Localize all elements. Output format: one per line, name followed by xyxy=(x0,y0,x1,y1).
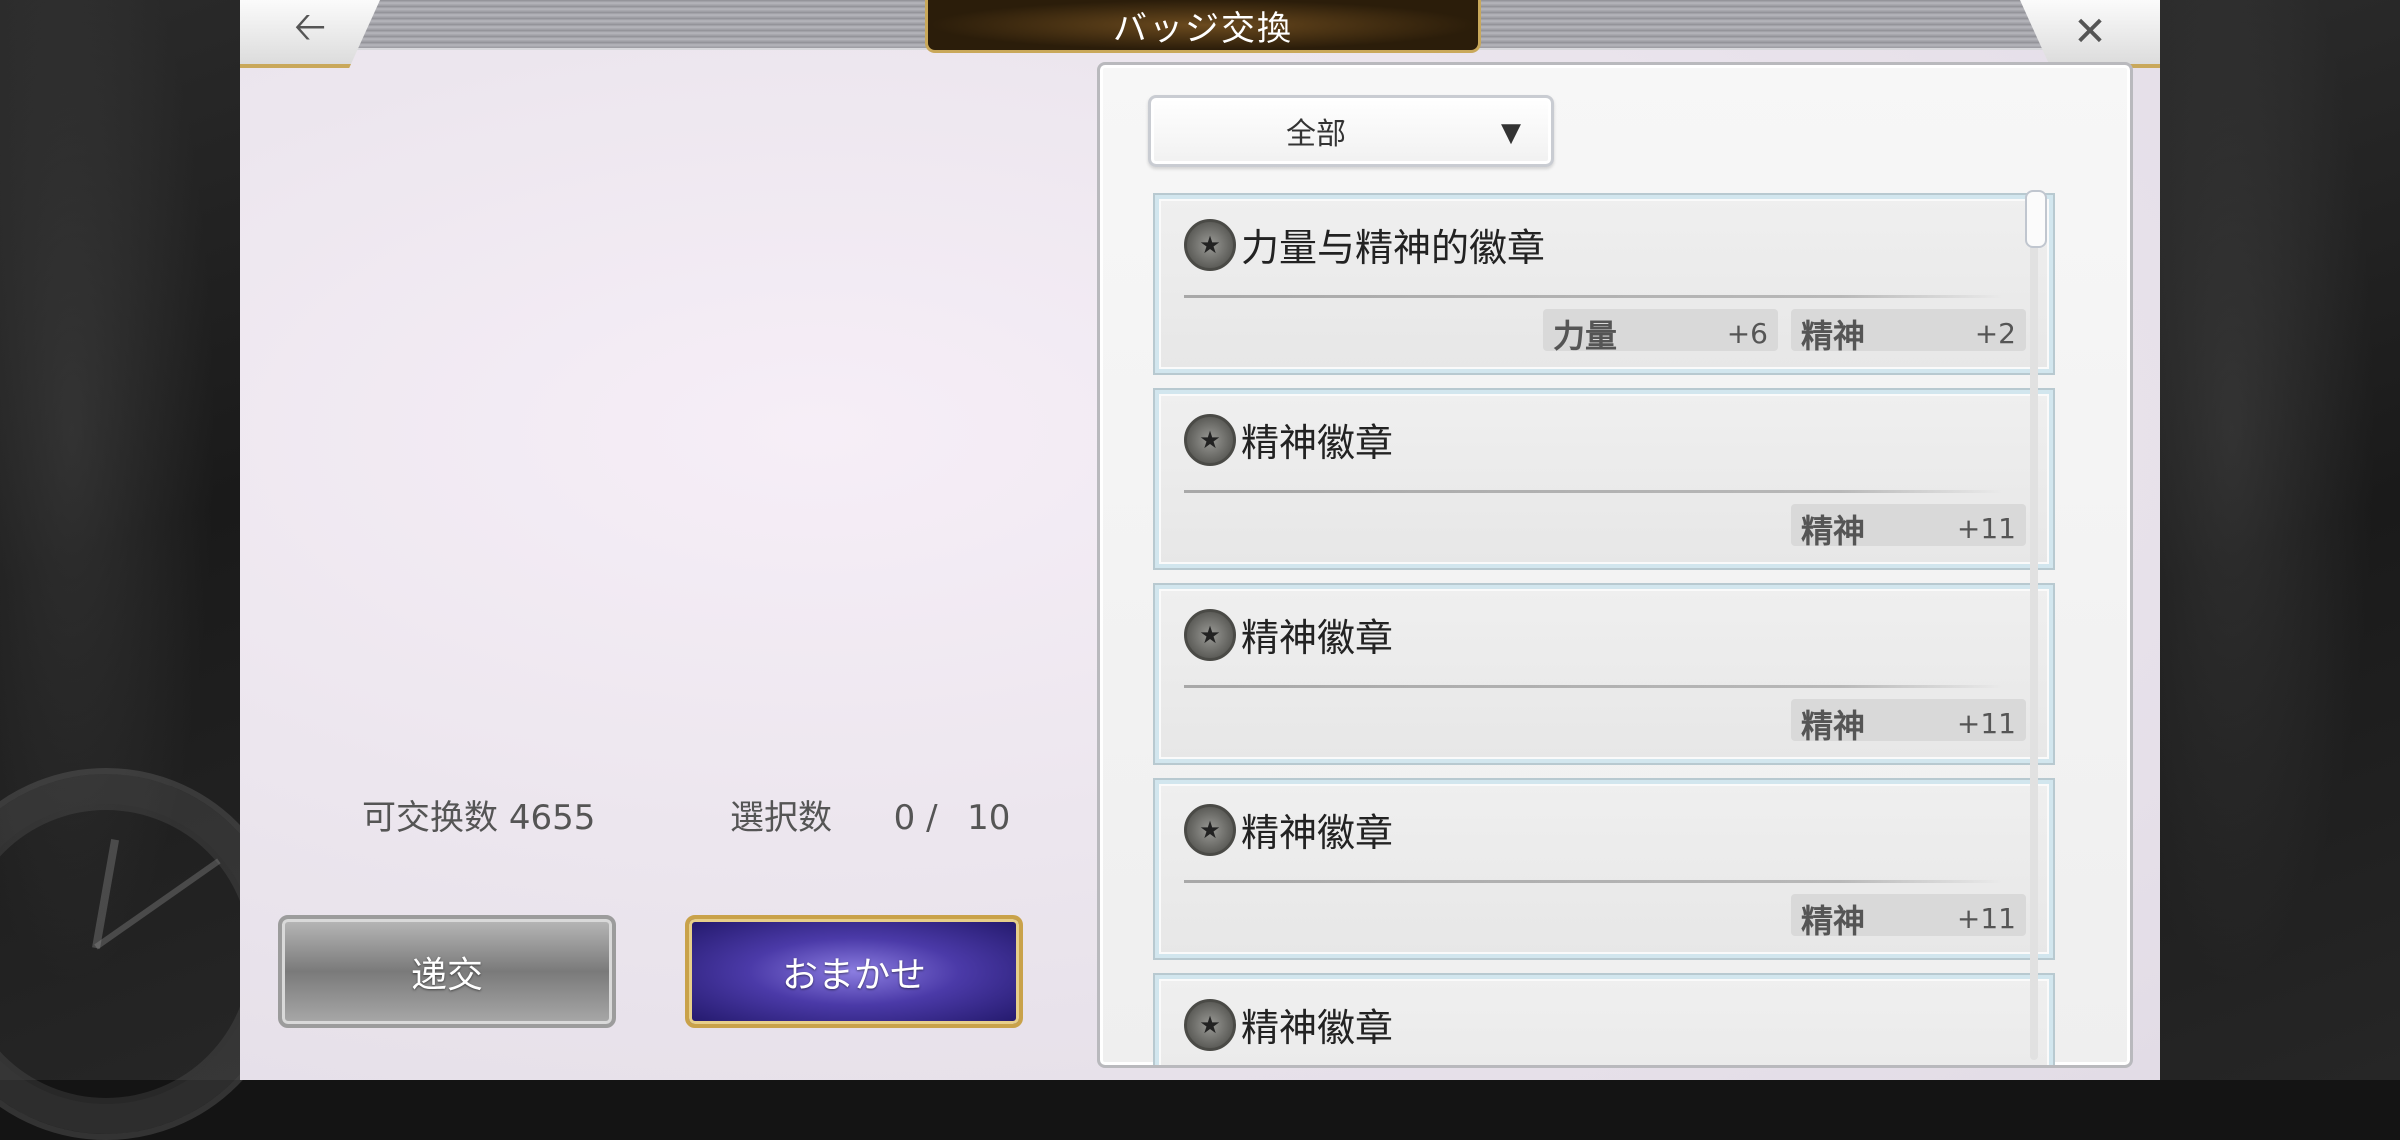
badge-icon: ★ xyxy=(1184,804,1236,856)
badge-card[interactable]: ★ 精神徽章 精神 +11 xyxy=(1155,780,2053,958)
badge-card[interactable]: ★ 力量与精神的徽章 力量 +6 精神 +2 xyxy=(1155,195,2053,373)
badge-card[interactable]: ★ 精神徽章 精神 +11 xyxy=(1155,390,2053,568)
back-button[interactable]: 🡠 xyxy=(240,0,380,68)
selected-count: 選択数 0 / 10 xyxy=(730,798,1011,838)
stat-chip: 力量 +6 xyxy=(1543,309,1778,355)
stat-chip: 精神 +11 xyxy=(1791,504,2026,550)
stat-chip: 精神 +11 xyxy=(1791,894,2026,940)
badge-exchange-panel: 🡠 バッジ交換 ✕ 可交换数 4655 選択数 0 / 10 递交 おまかせ 全… xyxy=(240,0,2160,1080)
badge-list-frame: 全部 ▼ ★ 力量与精神的徽章 力量 +6 精神 +2 ★ 精神徽章 精神 +1… xyxy=(1097,62,2133,1068)
auto-select-button[interactable]: おまかせ xyxy=(685,915,1023,1028)
background-right xyxy=(2160,0,2400,1080)
arrow-left-icon: 🡠 xyxy=(293,4,327,50)
badge-icon: ★ xyxy=(1184,609,1236,661)
badge-card[interactable]: ★ 精神徽章 xyxy=(1155,975,2053,1065)
caret-down-icon: ▼ xyxy=(1501,118,1521,148)
page-title: バッジ交換 xyxy=(925,0,1481,53)
badge-icon: ★ xyxy=(1184,219,1236,271)
badge-icon: ★ xyxy=(1184,999,1236,1051)
close-icon: ✕ xyxy=(2073,9,2107,55)
exchangeable-count: 可交换数 4655 xyxy=(362,798,596,838)
scrollbar-thumb[interactable] xyxy=(2025,190,2047,248)
divider xyxy=(1184,880,2004,883)
badge-icon: ★ xyxy=(1184,414,1236,466)
stat-chip: 精神 +2 xyxy=(1791,309,2026,355)
divider xyxy=(1184,490,2004,493)
exchange-button[interactable]: 递交 xyxy=(278,915,616,1028)
background-left xyxy=(0,0,292,1140)
stat-chip: 精神 +11 xyxy=(1791,699,2026,745)
scrollbar-track[interactable] xyxy=(2030,190,2038,1060)
divider xyxy=(1184,685,2004,688)
close-button[interactable]: ✕ xyxy=(2020,0,2160,68)
divider xyxy=(1184,295,2004,298)
badge-card[interactable]: ★ 精神徽章 精神 +11 xyxy=(1155,585,2053,763)
filter-dropdown[interactable]: 全部 ▼ xyxy=(1148,95,1554,167)
